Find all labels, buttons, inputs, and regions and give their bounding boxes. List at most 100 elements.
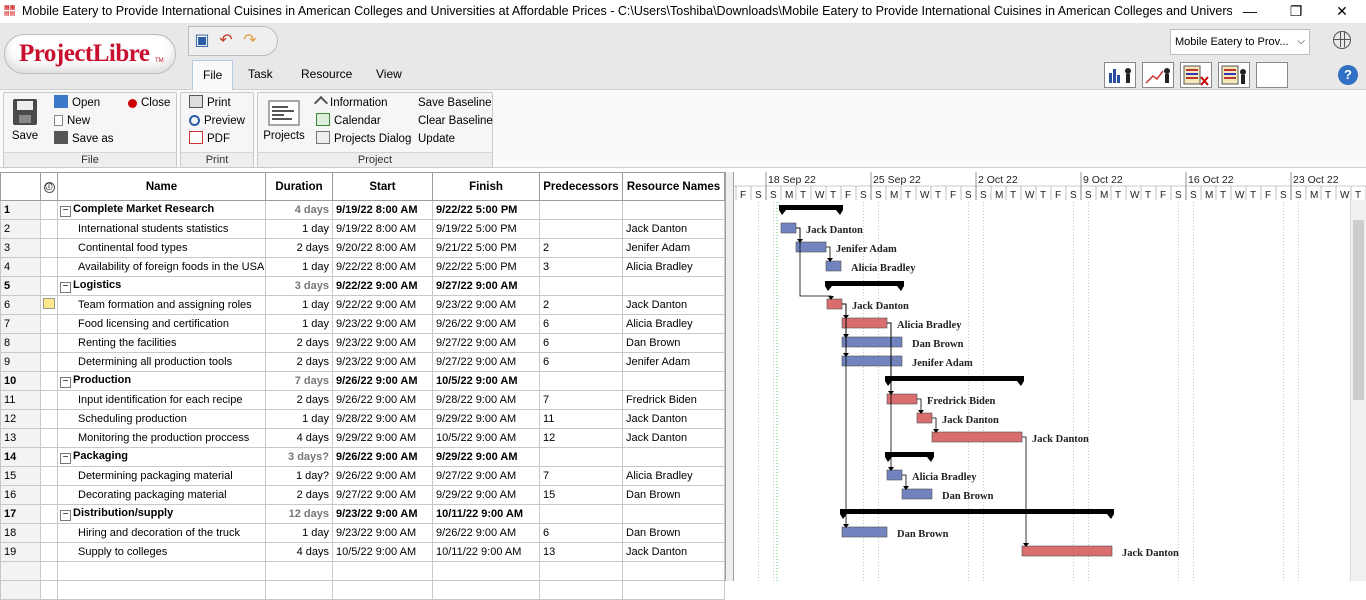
blank-view-button[interactable]: [1256, 62, 1288, 88]
globe-icon[interactable]: [1333, 31, 1351, 49]
task-start[interactable]: 9/26/22 9:00 AM: [332, 466, 433, 486]
task-duration[interactable]: 4 days: [265, 428, 333, 448]
task-duration[interactable]: 7 days: [265, 371, 333, 391]
task-bar[interactable]: [886, 469, 903, 481]
task-bar[interactable]: [841, 526, 888, 538]
task-bar[interactable]: [825, 260, 842, 272]
task-bar[interactable]: [841, 317, 888, 329]
task-start[interactable]: 9/22/22 8:00 AM: [332, 257, 433, 277]
task-resources[interactable]: [622, 200, 725, 220]
table-row[interactable]: 17− Distribution/supply 12 days 9/23/22 9:0…: [0, 504, 725, 524]
save-baseline-button[interactable]: Save Baseline: [418, 95, 492, 112]
task-bar-resource-label[interactable]: Jack Danton: [1122, 548, 1179, 559]
table-row[interactable]: 9 Determining all production tools 2 days 9…: [0, 352, 725, 372]
task-name[interactable]: Hiring and decoration of the truck: [57, 523, 266, 543]
indicator-cell[interactable]: [40, 390, 58, 410]
table-row[interactable]: 13 Monitoring the production proccess 4 da…: [0, 428, 725, 448]
table-row[interactable]: 6 Team formation and assigning roles 1 day…: [0, 295, 725, 315]
task-duration[interactable]: 1 day: [265, 314, 333, 334]
task-bar[interactable]: [841, 336, 903, 348]
indicator-cell[interactable]: [40, 257, 58, 277]
task-name[interactable]: Availability of foreign foods in the USA: [57, 257, 266, 277]
pane-splitter[interactable]: [726, 172, 734, 581]
indicator-cell[interactable]: [40, 276, 58, 296]
task-bar-resource-label[interactable]: Jenifer Adam: [912, 358, 973, 369]
task-bar-resource-label[interactable]: Alicia Bradley: [897, 320, 962, 331]
task-duration[interactable]: 12 days: [265, 504, 333, 524]
task-start[interactable]: 9/23/22 9:00 AM: [332, 504, 433, 524]
task-name[interactable]: Continental food types: [57, 238, 266, 258]
task-predecessors[interactable]: [539, 447, 623, 467]
project-selector[interactable]: Mobile Eatery to Prov... ⌵: [1170, 29, 1310, 55]
summary-bar[interactable]: [885, 452, 934, 457]
task-finish[interactable]: 10/5/22 9:00 AM: [432, 428, 540, 448]
gantt-scrollbar[interactable]: [1350, 200, 1366, 581]
task-start[interactable]: 9/23/22 9:00 AM: [332, 523, 433, 543]
task-bar[interactable]: [780, 222, 797, 234]
task-duration[interactable]: 4 days: [265, 542, 333, 562]
task-start[interactable]: 9/22/22 9:00 AM: [332, 276, 433, 296]
task-predecessors[interactable]: [539, 371, 623, 391]
task-predecessors[interactable]: 6: [539, 352, 623, 372]
empty-cell[interactable]: [0, 561, 41, 581]
empty-row[interactable]: [0, 561, 725, 581]
task-finish[interactable]: 9/27/22 9:00 AM: [432, 466, 540, 486]
empty-cell[interactable]: [57, 561, 266, 581]
task-duration[interactable]: 1 day: [265, 295, 333, 315]
task-bar-resource-label[interactable]: Dan Brown: [897, 529, 949, 540]
table-row[interactable]: 1− Complete Market Research 4 days 9/19/22 …: [0, 200, 725, 220]
task-resources[interactable]: Fredrick Biden: [622, 390, 725, 410]
task-bar-resource-label[interactable]: Fredrick Biden: [927, 396, 996, 407]
task-bar[interactable]: [841, 355, 903, 367]
empty-cell[interactable]: [265, 561, 333, 581]
task-predecessors[interactable]: 12: [539, 428, 623, 448]
task-finish[interactable]: 10/5/22 9:00 AM: [432, 371, 540, 391]
task-duration[interactable]: 2 days: [265, 485, 333, 505]
indicator-cell[interactable]: [40, 314, 58, 334]
scrollbar-thumb[interactable]: [1353, 220, 1364, 400]
task-start[interactable]: 9/29/22 9:00 AM: [332, 428, 433, 448]
task-start[interactable]: 9/26/22 9:00 AM: [332, 390, 433, 410]
task-finish[interactable]: 9/19/22 5:00 PM: [432, 219, 540, 239]
task-name[interactable]: − Distribution/supply: [57, 504, 266, 524]
task-finish[interactable]: 9/22/22 5:00 PM: [432, 200, 540, 220]
task-bar-resource-label[interactable]: Jack Danton: [942, 415, 999, 426]
empty-cell[interactable]: [332, 580, 433, 600]
task-duration[interactable]: 2 days: [265, 333, 333, 353]
task-finish[interactable]: 9/23/22 9:00 AM: [432, 295, 540, 315]
indicator-cell[interactable]: [40, 352, 58, 372]
task-predecessors[interactable]: [539, 219, 623, 239]
task-start[interactable]: 9/20/22 8:00 AM: [332, 238, 433, 258]
task-name[interactable]: − Production: [57, 371, 266, 391]
task-finish[interactable]: 9/27/22 9:00 AM: [432, 352, 540, 372]
tab-view[interactable]: View: [366, 60, 412, 90]
task-predecessors[interactable]: 13: [539, 542, 623, 562]
column-header-finish[interactable]: Finish: [432, 172, 540, 201]
save-button[interactable]: Save: [10, 97, 40, 142]
pdf-button[interactable]: PDF: [189, 131, 230, 148]
print-button[interactable]: Print: [189, 95, 231, 112]
task-start[interactable]: 9/19/22 8:00 AM: [332, 219, 433, 239]
task-resources[interactable]: Alicia Bradley: [622, 314, 725, 334]
save-as-button[interactable]: Save as: [54, 131, 114, 148]
summary-bar[interactable]: [885, 376, 1024, 381]
indicator-cell[interactable]: [40, 542, 58, 562]
table-row[interactable]: 14− Packaging 3 days? 9/26/22 9:00 AM 9/29/2…: [0, 447, 725, 467]
task-name[interactable]: Food licensing and certification: [57, 314, 266, 334]
task-duration[interactable]: 3 days: [265, 276, 333, 296]
task-bar[interactable]: [1021, 545, 1113, 557]
summary-bar[interactable]: [825, 281, 904, 286]
tab-resource[interactable]: Resource: [291, 60, 362, 90]
empty-cell[interactable]: [0, 580, 41, 600]
empty-cell[interactable]: [40, 561, 58, 581]
task-bar-resource-label[interactable]: Alicia Bradley: [912, 472, 977, 483]
column-header-resource-names[interactable]: Resource Names: [622, 172, 725, 201]
column-header-indicators[interactable]: ⓘ: [40, 172, 58, 201]
task-resources[interactable]: [622, 276, 725, 296]
collapse-toggle-icon[interactable]: −: [60, 510, 71, 521]
table-row[interactable]: 3 Continental food types 2 days 9/20/22 8:0…: [0, 238, 725, 258]
task-resources[interactable]: [622, 371, 725, 391]
task-name[interactable]: Supply to colleges: [57, 542, 266, 562]
empty-cell[interactable]: [332, 561, 433, 581]
task-bar[interactable]: [886, 393, 918, 405]
